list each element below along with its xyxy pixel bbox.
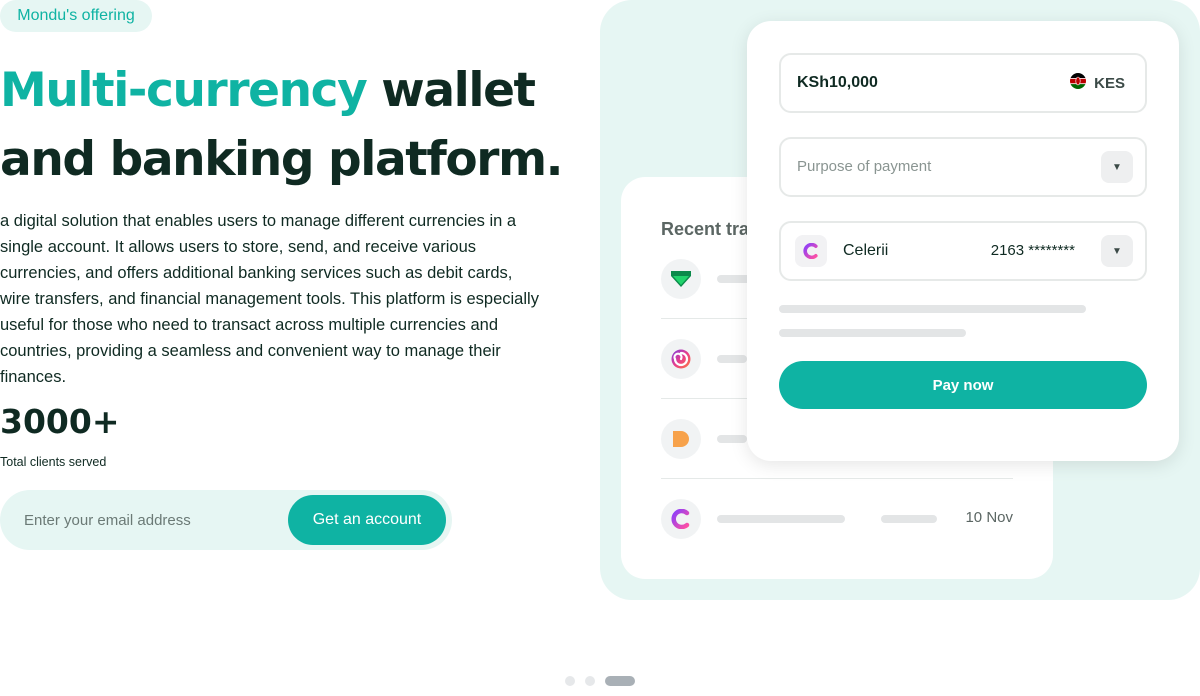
kenya-flag-icon <box>1070 73 1087 93</box>
get-account-button[interactable]: Get an account <box>288 495 446 545</box>
gradient-swirl-logo-icon <box>661 339 701 379</box>
carousel-indicator <box>565 676 635 686</box>
placeholder-bar <box>717 435 747 443</box>
masked-account-number: 2163 ******** <box>990 242 1075 259</box>
chevron-down-icon[interactable]: ▼ <box>1101 235 1133 267</box>
currency-selector[interactable]: KES <box>1070 73 1125 93</box>
amount-field[interactable]: KSh10,000 KES <box>779 53 1147 113</box>
headline-line2: and banking platform. <box>0 132 564 187</box>
bank-name: Celerii <box>843 242 889 259</box>
carousel-dot-active[interactable] <box>605 676 635 686</box>
headline-line1-rest: wallet <box>366 63 536 118</box>
signup-form: Get an account <box>0 490 452 550</box>
payment-card: KSh10,000 KES Purpose of payment ▼ Celer… <box>747 21 1179 461</box>
currency-code: KES <box>1094 74 1125 92</box>
carousel-dot[interactable] <box>585 676 595 686</box>
placeholder-bar <box>717 355 747 363</box>
orange-d-logo-icon <box>661 419 701 459</box>
placeholder-bar <box>779 329 966 337</box>
clients-count: 3000+ <box>0 402 120 441</box>
recent-transactions-title: Recent tra <box>661 219 750 239</box>
offering-badge: Mondu's offering <box>0 0 152 32</box>
transaction-row[interactable]: 10 Nov <box>661 479 1013 559</box>
placeholder-bar <box>881 515 937 523</box>
purpose-select[interactable]: Purpose of payment ▼ <box>779 137 1147 197</box>
celerii-logo-icon <box>795 235 827 267</box>
celerii-logo-icon <box>661 499 701 539</box>
clients-count-label: Total clients served <box>0 455 107 469</box>
pay-now-button[interactable]: Pay now <box>779 361 1147 409</box>
bank-account-select[interactable]: Celerii 2163 ******** ▼ <box>779 221 1147 281</box>
placeholder-bar <box>717 515 845 523</box>
headline-accent: Multi-currency <box>0 63 368 118</box>
chevron-down-icon[interactable]: ▼ <box>1101 151 1133 183</box>
amount-value: KSh10,000 <box>797 74 878 91</box>
purpose-placeholder: Purpose of payment <box>797 158 932 175</box>
carousel-dot[interactable] <box>565 676 575 686</box>
page-headline: Multi-currency wallet and banking platfo… <box>0 56 580 194</box>
green-shield-logo-icon <box>661 259 701 299</box>
transaction-date: 10 Nov <box>965 509 1013 526</box>
email-input[interactable] <box>24 507 274 533</box>
product-description: a digital solution that enables users to… <box>0 212 539 386</box>
placeholder-bar <box>779 305 1086 313</box>
